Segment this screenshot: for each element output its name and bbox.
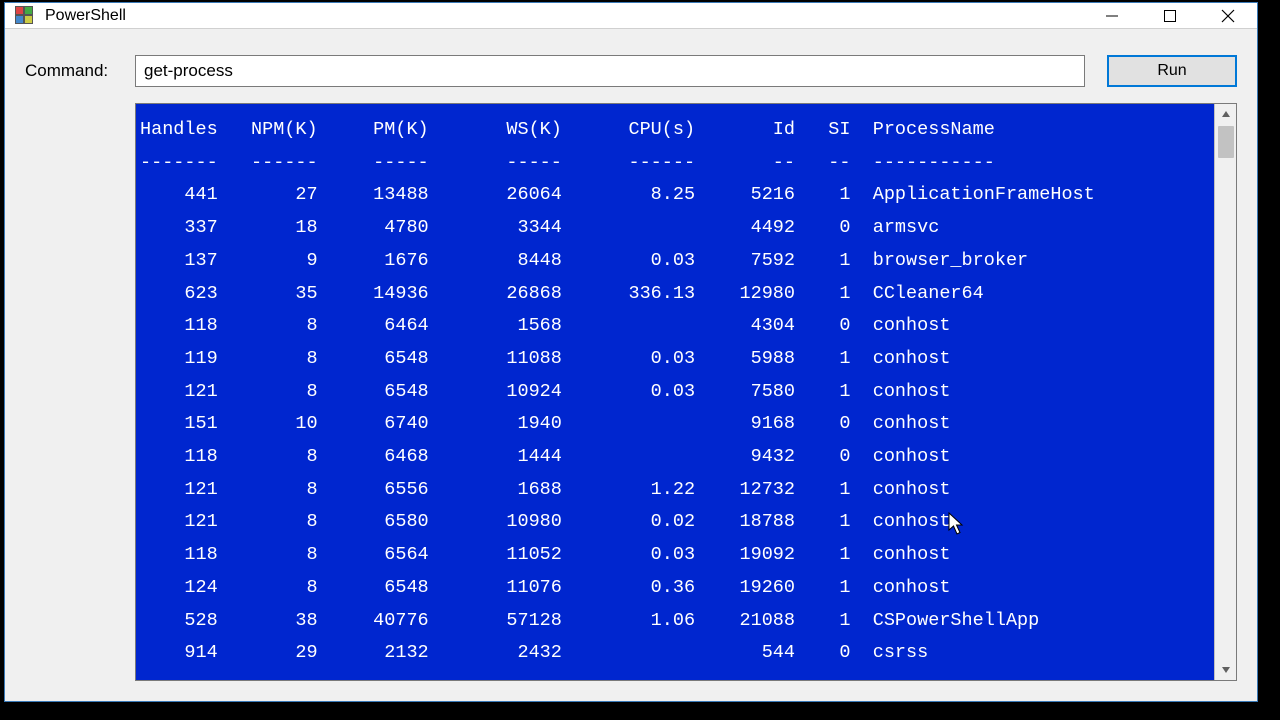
titlebar[interactable]: PowerShell [5, 3, 1257, 29]
maximize-button[interactable] [1141, 3, 1199, 28]
app-window: PowerShell Command: Run Handles NPM(K) P… [4, 2, 1258, 702]
scroll-thumb[interactable] [1218, 126, 1234, 158]
output-text[interactable]: Handles NPM(K) PM(K) WS(K) CPU(s) Id SI … [136, 104, 1214, 680]
close-button[interactable] [1199, 3, 1257, 28]
app-icon [15, 6, 35, 26]
vertical-scrollbar[interactable] [1214, 104, 1236, 680]
output-panel: Handles NPM(K) PM(K) WS(K) CPU(s) Id SI … [135, 103, 1237, 681]
command-label: Command: [25, 61, 127, 81]
command-row: Command: Run [25, 55, 1237, 87]
run-button[interactable]: Run [1107, 55, 1237, 87]
scroll-down-arrow[interactable] [1215, 660, 1236, 680]
window-controls [1083, 3, 1257, 28]
scroll-up-arrow[interactable] [1215, 104, 1236, 124]
command-input[interactable] [135, 55, 1085, 87]
minimize-button[interactable] [1083, 3, 1141, 28]
window-title: PowerShell [45, 7, 1083, 25]
client-area: Command: Run Handles NPM(K) PM(K) WS(K) … [5, 29, 1257, 701]
run-button-label: Run [1157, 62, 1186, 80]
process-table: Handles NPM(K) PM(K) WS(K) CPU(s) Id SI … [140, 114, 1208, 670]
